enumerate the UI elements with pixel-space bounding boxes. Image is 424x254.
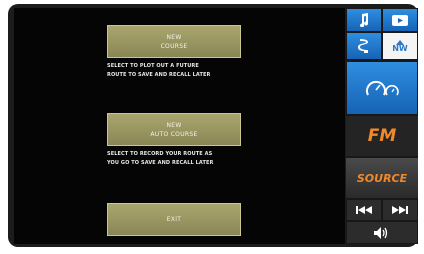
music-note-icon bbox=[360, 13, 369, 27]
new-course-desc-line2: ROUTE TO SAVE AND RECALL LATER bbox=[107, 72, 211, 78]
new-course-desc-line1: SELECT TO PLOT OUT A FUTURE bbox=[107, 63, 199, 69]
new-auto-course-desc-line1: SELECT TO RECORD YOUR ROUTE AS bbox=[107, 151, 213, 157]
compass-heading: NW bbox=[392, 43, 408, 53]
video-icon bbox=[392, 14, 408, 26]
new-auto-course-button[interactable]: NEW AUTO COURSE bbox=[107, 113, 241, 146]
exit-label: EXIT bbox=[166, 216, 182, 223]
new-course-description: SELECT TO PLOT OUT A FUTURE ROUTE TO SAV… bbox=[107, 62, 257, 80]
previous-track-button[interactable] bbox=[347, 200, 381, 220]
music-button[interactable] bbox=[347, 9, 381, 31]
gauges-icon bbox=[366, 80, 399, 96]
new-auto-course-line1: NEW bbox=[166, 121, 182, 129]
exit-button[interactable]: EXIT bbox=[107, 203, 241, 236]
video-button[interactable] bbox=[383, 9, 417, 31]
new-course-button[interactable]: NEW COURSE bbox=[107, 25, 241, 58]
band-label: FM bbox=[346, 116, 418, 156]
previous-track-icon bbox=[356, 206, 372, 214]
navigation-button[interactable] bbox=[347, 33, 381, 59]
new-auto-course-line2: AUTO COURSE bbox=[150, 130, 198, 138]
new-auto-course-desc-line2: YOU GO TO SAVE AND RECALL LATER bbox=[107, 160, 214, 166]
compass-button[interactable]: NW bbox=[383, 33, 417, 59]
new-auto-course-description: SELECT TO RECORD YOUR ROUTE AS YOU GO TO… bbox=[107, 150, 257, 168]
volume-button[interactable] bbox=[347, 222, 417, 243]
new-course-line1: NEW bbox=[166, 33, 182, 41]
volume-icon bbox=[374, 226, 388, 239]
navigation-icon bbox=[358, 39, 368, 53]
right-sidebar: NW FM SOURCE bbox=[346, 8, 418, 244]
new-course-line2: COURSE bbox=[160, 42, 188, 50]
source-button[interactable]: SOURCE bbox=[346, 158, 418, 198]
gauges-button[interactable] bbox=[347, 62, 417, 114]
next-track-icon bbox=[392, 206, 408, 214]
next-track-button[interactable] bbox=[383, 200, 417, 220]
